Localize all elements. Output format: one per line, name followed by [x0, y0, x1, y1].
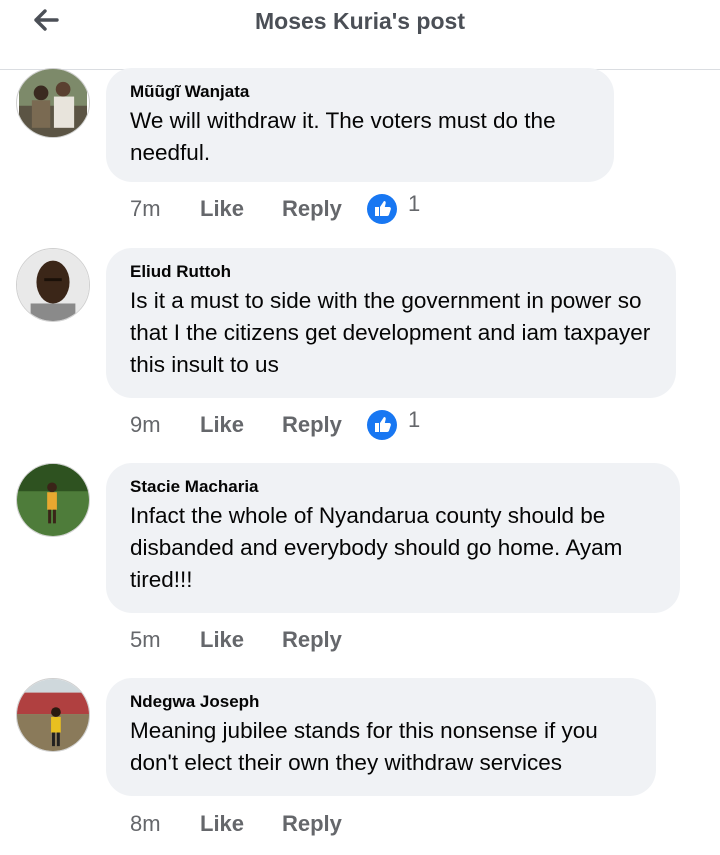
comment-bubble: Stacie Macharia Infact the whole of Nyan…	[106, 463, 680, 613]
reply-button[interactable]: Reply	[282, 412, 366, 438]
avatar[interactable]	[16, 248, 90, 322]
like-button[interactable]: Like	[200, 811, 282, 837]
reply-button[interactable]: Reply	[282, 196, 366, 222]
comment-text: Infact the whole of Nyandarua county sho…	[130, 503, 623, 592]
comment-actions: 7m Like Reply 1	[130, 191, 421, 225]
comment-text: We will withdraw it. The voters must do …	[130, 108, 556, 165]
comment-author[interactable]: Stacie Macharia	[130, 477, 656, 497]
comment-time[interactable]: 5m	[130, 627, 200, 653]
comment-text: Is it a must to side with the government…	[130, 288, 651, 377]
comment-actions: 9m Like Reply 1	[130, 407, 421, 441]
comment-bubble: Eliud Ruttoh Is it a must to side with t…	[106, 248, 676, 398]
comment-time[interactable]: 8m	[130, 811, 200, 837]
avatar[interactable]	[16, 68, 90, 138]
reply-button[interactable]: Reply	[282, 811, 366, 837]
reaction-count: 1	[408, 191, 421, 216]
reaction-summary[interactable]: 1	[366, 191, 421, 225]
comment-time[interactable]: 7m	[130, 196, 200, 222]
reply-button[interactable]: Reply	[282, 627, 366, 653]
comment-time[interactable]: 9m	[130, 412, 200, 438]
thumbs-up-icon	[367, 194, 397, 224]
comment-author[interactable]: Ndegwa Joseph	[130, 692, 632, 712]
avatar[interactable]	[16, 463, 90, 537]
comment-bubble: Mũũgĩ Wanjata We will withdraw it. The v…	[106, 68, 614, 182]
reaction-count: 1	[408, 407, 421, 432]
comment-actions: 8m Like Reply	[130, 808, 366, 840]
comment-author[interactable]: Mũũgĩ Wanjata	[130, 82, 590, 102]
like-button[interactable]: Like	[200, 196, 282, 222]
comment-actions: 5m Like Reply	[130, 624, 366, 656]
top-bar: Moses Kuria's post	[0, 0, 720, 70]
page-title: Moses Kuria's post	[255, 8, 465, 34]
comment-bubble: Ndegwa Joseph Meaning jubilee stands for…	[106, 678, 656, 796]
comment-text: Meaning jubilee stands for this nonsense…	[130, 718, 598, 775]
avatar[interactable]	[16, 678, 90, 752]
like-button[interactable]: Like	[200, 627, 282, 653]
comment-author[interactable]: Eliud Ruttoh	[130, 262, 652, 282]
reaction-summary[interactable]: 1	[366, 407, 421, 441]
thumbs-up-icon	[367, 410, 397, 440]
like-button[interactable]: Like	[200, 412, 282, 438]
